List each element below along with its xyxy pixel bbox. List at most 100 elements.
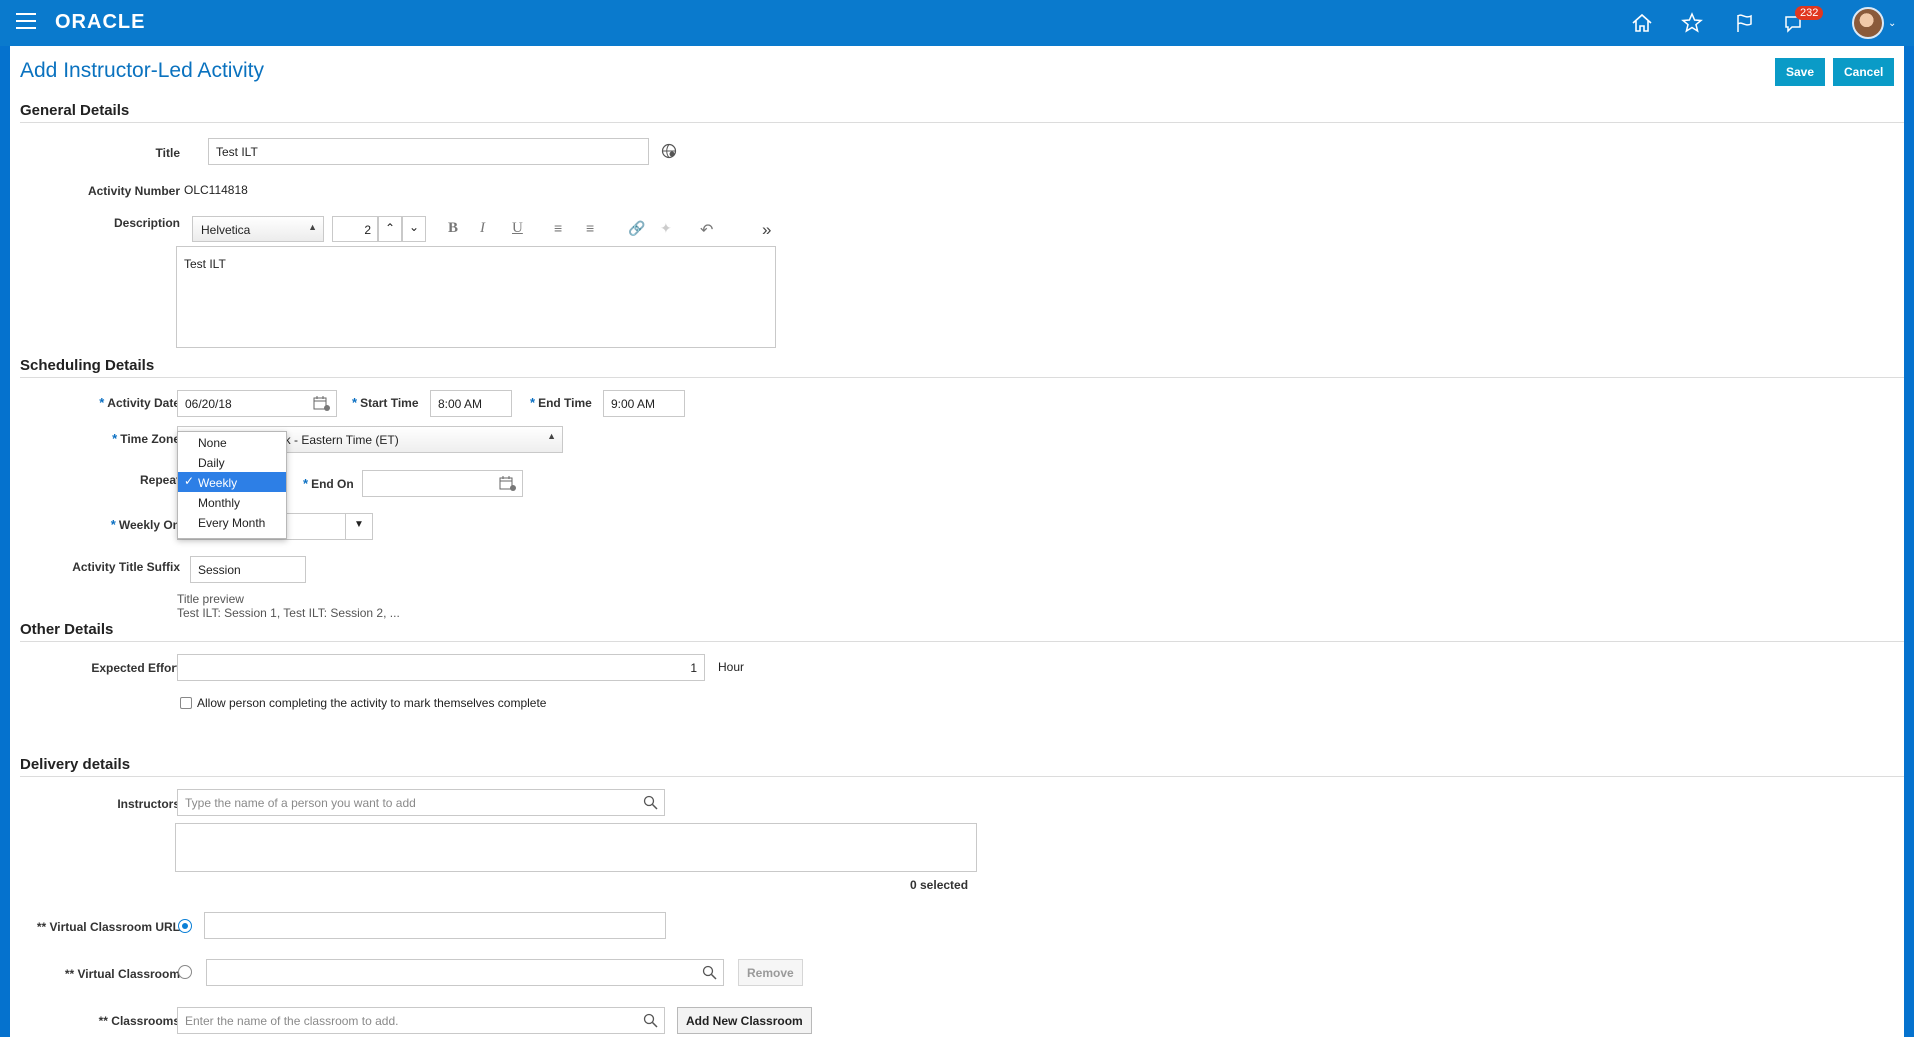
- title-label: Title: [155, 146, 180, 160]
- repeat-label: Repeat: [139, 473, 180, 487]
- calendar-icon[interactable]: [499, 475, 517, 492]
- search-icon[interactable]: [643, 795, 658, 810]
- translate-globe-icon[interactable]: [661, 143, 677, 159]
- unlink-icon[interactable]: ✦: [660, 220, 672, 237]
- start-time-label: * Start Time: [352, 395, 419, 410]
- underline-icon[interactable]: U: [512, 220, 523, 237]
- activity-number-value: OLC114818: [184, 183, 248, 197]
- divider: [20, 122, 1904, 123]
- expected-effort-label: Expected Effort: [91, 661, 180, 675]
- instructors-label: Instructors: [117, 797, 180, 811]
- flag-icon[interactable]: [1730, 9, 1758, 37]
- divider: [20, 641, 1904, 642]
- chevron-down-icon[interactable]: ▼: [345, 513, 373, 540]
- title-suffix-field[interactable]: [190, 556, 306, 583]
- check-icon: ✓: [184, 474, 195, 488]
- vc-url-radio[interactable]: [178, 919, 192, 933]
- main-panel: Add Instructor-Led Activity Save Cancel …: [10, 46, 1904, 1037]
- title-field[interactable]: [208, 138, 649, 165]
- description-text: Test ILT: [184, 257, 226, 271]
- home-icon[interactable]: [1628, 9, 1656, 37]
- italic-icon[interactable]: I: [480, 220, 485, 237]
- vc-url-field[interactable]: [204, 912, 666, 939]
- activity-date-input[interactable]: [185, 397, 329, 411]
- font-size-field[interactable]: 2: [332, 216, 378, 242]
- font-family-value: Helvetica: [201, 223, 251, 237]
- title-input[interactable]: [216, 145, 641, 159]
- title-preview-value: Test ILT: Session 1, Test ILT: Session 2…: [177, 606, 400, 620]
- font-size-value: 2: [364, 223, 371, 237]
- other-details-heading: Other Details: [20, 621, 114, 638]
- repeat-option-weekly[interactable]: ✓ Weekly: [178, 472, 286, 492]
- rich-text-toolbar: Helvetica ▲ 2 ⌃ ⌄ B I U ≡ ≡ 🔗 ✦ ↶ »: [176, 214, 788, 244]
- end-on-input[interactable]: [370, 477, 515, 491]
- cancel-button[interactable]: Cancel: [1833, 58, 1895, 86]
- notification-count-badge[interactable]: 232: [1795, 6, 1824, 20]
- self-complete-checkbox[interactable]: [180, 697, 192, 709]
- bullet-list-icon[interactable]: ≡: [554, 220, 562, 236]
- title-suffix-input[interactable]: [198, 563, 298, 577]
- end-time-input[interactable]: [611, 397, 677, 411]
- font-size-down-button[interactable]: ⌄: [402, 216, 426, 242]
- start-time-field[interactable]: [430, 390, 512, 417]
- repeat-option-every-month[interactable]: Every Month: [178, 512, 286, 532]
- repeat-dropdown: None Daily ✓ Weekly Monthly Every Month: [177, 431, 287, 539]
- classrooms-input[interactable]: [185, 1014, 657, 1028]
- vc-radio[interactable]: [178, 965, 192, 979]
- font-family-select[interactable]: Helvetica ▲: [192, 216, 324, 242]
- more-tools-icon[interactable]: »: [762, 220, 771, 240]
- time-zone-value: ork - Eastern Time (ET): [274, 433, 399, 447]
- classrooms-search-field[interactable]: [177, 1007, 665, 1034]
- add-new-classroom-button[interactable]: Add New Classroom: [677, 1007, 812, 1034]
- divider: [20, 377, 1904, 378]
- delivery-details-heading: Delivery details: [20, 756, 131, 773]
- star-icon[interactable]: [1678, 9, 1706, 37]
- bold-icon[interactable]: B: [448, 220, 458, 237]
- expected-effort-input[interactable]: [185, 661, 697, 675]
- divider: [20, 776, 1904, 777]
- expected-effort-field[interactable]: [177, 654, 705, 681]
- end-on-field[interactable]: [362, 470, 523, 497]
- repeat-option-monthly[interactable]: Monthly: [178, 492, 286, 512]
- description-editor[interactable]: Test ILT: [176, 246, 776, 348]
- undo-icon[interactable]: ↶: [700, 220, 713, 240]
- title-preview-label: Title preview: [177, 592, 244, 606]
- classrooms-label: ** Classrooms: [98, 1014, 180, 1028]
- vc-url-input[interactable]: [212, 919, 658, 933]
- end-time-field[interactable]: [603, 390, 685, 417]
- top-bar: ORACLE 232 ⌄: [0, 0, 1914, 46]
- instructors-search-field[interactable]: [177, 789, 665, 816]
- effort-unit: Hour: [718, 660, 745, 674]
- calendar-icon[interactable]: [313, 395, 331, 412]
- time-zone-label: * Time Zone: [112, 431, 180, 446]
- title-suffix-label: Activity Title Suffix: [72, 560, 180, 574]
- repeat-option-daily[interactable]: Daily: [178, 452, 286, 472]
- selected-count: 0 selected: [910, 878, 969, 892]
- activity-date-label: * Activity Date: [99, 395, 180, 410]
- menu-icon[interactable]: [16, 13, 36, 31]
- activity-date-field[interactable]: [177, 390, 337, 417]
- avatar[interactable]: [1852, 7, 1884, 39]
- select-arrows-icon: ▲: [308, 222, 317, 232]
- font-size-up-button[interactable]: ⌃: [378, 216, 402, 242]
- start-time-input[interactable]: [438, 397, 504, 411]
- description-label: Description: [113, 216, 180, 230]
- search-icon[interactable]: [643, 1013, 658, 1028]
- chevron-down-icon[interactable]: ⌄: [1888, 18, 1896, 29]
- vc-search-field[interactable]: [206, 959, 724, 986]
- remove-button[interactable]: Remove: [738, 959, 803, 986]
- end-on-label: * End On: [303, 476, 354, 491]
- self-complete-label: Allow person completing the activity to …: [197, 696, 547, 710]
- instructors-input[interactable]: [185, 796, 657, 810]
- vc-label: ** Virtual Classroom: [64, 967, 180, 981]
- general-details-heading: General Details: [20, 102, 130, 119]
- oracle-logo[interactable]: ORACLE: [55, 11, 145, 34]
- search-icon[interactable]: [702, 965, 717, 980]
- selected-instructors-list[interactable]: [175, 823, 977, 872]
- repeat-option-none[interactable]: None: [178, 432, 286, 452]
- vc-url-label: ** Virtual Classroom URL: [36, 920, 180, 934]
- vc-input[interactable]: [214, 966, 716, 980]
- numbered-list-icon[interactable]: ≡: [586, 220, 594, 236]
- link-icon[interactable]: 🔗: [628, 220, 645, 237]
- save-button[interactable]: Save: [1775, 58, 1826, 86]
